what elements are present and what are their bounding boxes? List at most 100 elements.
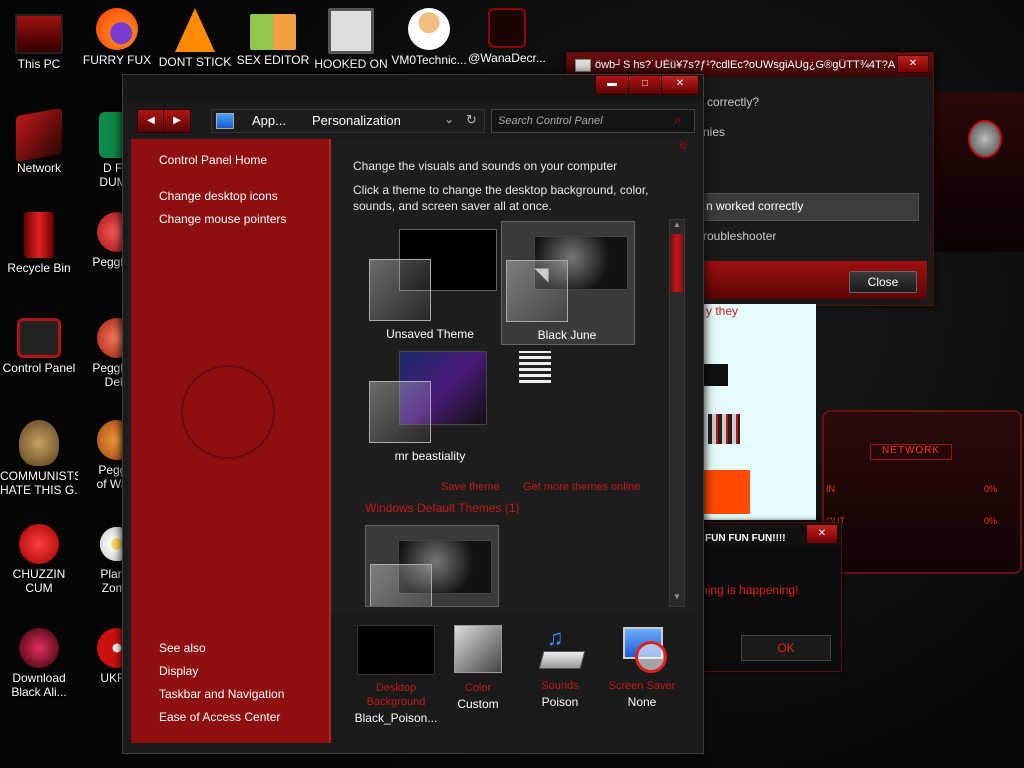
theme-mr-beast[interactable]: mr beastiality <box>365 343 495 465</box>
themes-scrollbar[interactable]: ▲ ▼ <box>669 219 685 607</box>
help-icon[interactable]: ⚙ <box>679 141 688 152</box>
refresh-icon[interactable]: ↻ <box>466 112 477 128</box>
screen-saver-icon <box>619 625 667 673</box>
glitch-thumbnail <box>519 351 551 383</box>
sidebar-change-mouse-pointers[interactable]: Change mouse pointers <box>159 212 286 226</box>
close-window-button[interactable]: ✕ <box>897 55 929 73</box>
close-button[interactable]: Close <box>849 271 917 293</box>
vlc-icon <box>175 8 215 52</box>
minimize-button[interactable]: ▬ <box>595 75 629 95</box>
network-in-value: 0% <box>984 484 998 494</box>
search-box[interactable]: Search Control Panel ⌕ <box>491 109 695 133</box>
theme-color-swatch <box>369 259 431 321</box>
desktop-icon-label: VM0Technic... <box>391 53 467 67</box>
theme-color-swatch <box>369 381 431 443</box>
popup-close-button[interactable]: ✕ <box>807 525 837 543</box>
window-icon <box>575 59 591 72</box>
desktop-icon-chuzzin[interactable]: CHUZZIN CUM <box>0 524 78 595</box>
desktop-icon-label: COMMUNISTS <box>0 469 78 483</box>
network-widget: NETWORK IN 0% OUT 0% <box>822 410 1022 574</box>
desktop-icon-sex-editor[interactable]: SEX EDITOR <box>234 8 312 67</box>
screen-saver-setting[interactable]: Screen Saver None <box>597 625 687 709</box>
desktop-icon-recycle-bin[interactable]: Recycle Bin <box>0 212 78 275</box>
theme-name: Black June <box>537 328 597 342</box>
theme-windows-default[interactable] <box>365 525 499 607</box>
page-description-2: sounds, and screen saver all at once. <box>353 199 552 213</box>
network-in-label: IN <box>826 484 835 494</box>
question-text: correctly? <box>707 95 760 109</box>
get-more-themes-link[interactable]: Get more themes online <box>523 481 640 493</box>
monitor-icon <box>15 14 63 54</box>
desktop-icon-download[interactable]: Download Black Ali... <box>0 628 78 699</box>
theme-name: Unsaved Theme <box>386 327 474 341</box>
theme-name: mr beastiality <box>394 449 466 463</box>
forward-button[interactable]: ▶ <box>163 109 191 133</box>
save-theme-link[interactable]: Save theme <box>441 481 500 493</box>
address-bar[interactable]: App... Personalization ⌄ ↻ <box>211 109 485 133</box>
desktop-icon-label: DONT STICK <box>158 55 232 69</box>
money-bag-icon <box>19 420 59 466</box>
popup-ok-button[interactable]: OK <box>741 635 831 661</box>
sounds-icon: ♫ <box>537 625 586 671</box>
window-title: öwb┘S hs?˙UÉü¥7s?ƒ¹?cdlEc?oUWsgiAUg¿G®gÜ… <box>595 59 895 71</box>
desktop-icon-label: CHUZZIN <box>12 567 66 581</box>
desktop-icon-network[interactable]: Network <box>0 107 78 175</box>
maximize-button[interactable]: □ <box>628 75 662 95</box>
troubleshooter-link[interactable]: roubleshooter <box>703 229 776 243</box>
personalization-window: ▬ □ ✕ ◀ ▶ App... Personalization ⌄ ↻ Sea… <box>122 74 704 754</box>
desktop-icon-hooked-on[interactable]: HOOKED ON <box>312 8 390 71</box>
desktop-icon-dont-stick[interactable]: DONT STICK <box>156 8 234 69</box>
sidebar-ease-of-access[interactable]: Ease of Access Center <box>159 710 280 724</box>
color-setting[interactable]: Color Custom <box>433 625 523 711</box>
desktop-icon-control-panel[interactable]: Control Panel <box>0 318 78 375</box>
back-button[interactable]: ◀ <box>137 109 165 133</box>
close-window-button[interactable]: ✕ <box>661 75 699 95</box>
they-text: y they <box>706 304 739 318</box>
default-themes-header: Windows Default Themes (1) <box>365 501 520 515</box>
recycle-bin-icon <box>24 212 54 258</box>
desktop-icon-label: This PC <box>17 57 61 71</box>
theme-unsaved[interactable]: Unsaved Theme <box>365 221 497 343</box>
desktop-icon-label: @WanaDecr... <box>468 51 546 65</box>
chevron-down-icon[interactable]: ⌄ <box>444 112 454 126</box>
game-icon <box>328 8 374 54</box>
page-description-1: Click a theme to change the desktop back… <box>353 183 649 197</box>
popup-message: hing is happening! <box>701 583 799 597</box>
desktop-icon-communists[interactable]: COMMUNISTS HATE THIS G... <box>0 420 78 497</box>
control-panel-icon <box>17 318 61 358</box>
sounds-setting[interactable]: ♫ Sounds Poison <box>515 625 605 709</box>
desktop-icon-wanadecr[interactable]: @WanaDecr... <box>468 8 546 65</box>
desktop-icon-label-line2: HATE THIS G... <box>0 483 78 497</box>
option-row-worked[interactable]: n worked correctly <box>699 193 919 221</box>
scrollbar-thumb[interactable] <box>671 234 683 292</box>
desktop-background-setting[interactable]: Desktop Background Black_Poison... <box>351 625 441 725</box>
doctor-icon <box>408 8 450 50</box>
desktop-icon-vm0technic[interactable]: VM0Technic... <box>390 8 468 67</box>
page-heading: Change the visuals and sounds on your co… <box>353 159 618 173</box>
breadcrumb-root[interactable]: App... <box>252 113 286 128</box>
desktop-icon-furry-fux[interactable]: FURRY FUX <box>78 8 156 67</box>
desktop-icon-this-pc[interactable]: This PC <box>0 8 78 71</box>
theme-black-june[interactable]: Black June <box>501 221 635 345</box>
sidebar-control-panel-home[interactable]: Control Panel Home <box>159 153 267 167</box>
desktop-icon-label: FURRY FUX <box>82 53 152 67</box>
sidebar-display[interactable]: Display <box>159 664 198 678</box>
fun-popup-window: FUN FUN FUN!!!! ✕ hing is happening! OK <box>700 522 842 672</box>
search-icon[interactable]: ⌕ <box>674 112 681 128</box>
desktop-background-swatch <box>357 625 435 675</box>
desktop-background-label-2: Background <box>366 696 426 708</box>
wanadecrypt-icon <box>488 8 526 48</box>
chuzzle-icon <box>19 524 59 564</box>
cyan-window-fragment: y they <box>702 304 816 520</box>
scroll-up-arrow[interactable]: ▲ <box>670 220 684 232</box>
theme-color-swatch <box>370 564 432 606</box>
sidebar-taskbar-navigation[interactable]: Taskbar and Navigation <box>159 687 284 701</box>
desktop-icon-label: HOOKED ON <box>314 57 388 71</box>
breadcrumb-current[interactable]: Personalization <box>312 113 401 128</box>
orange-block <box>702 470 750 514</box>
desktop-icon-label: Control Panel <box>2 361 76 375</box>
search-input[interactable]: Search Control Panel <box>498 115 603 127</box>
screen-saver-value: None <box>627 695 657 709</box>
scroll-down-arrow[interactable]: ▼ <box>670 592 684 604</box>
sidebar-change-desktop-icons[interactable]: Change desktop icons <box>159 189 278 203</box>
